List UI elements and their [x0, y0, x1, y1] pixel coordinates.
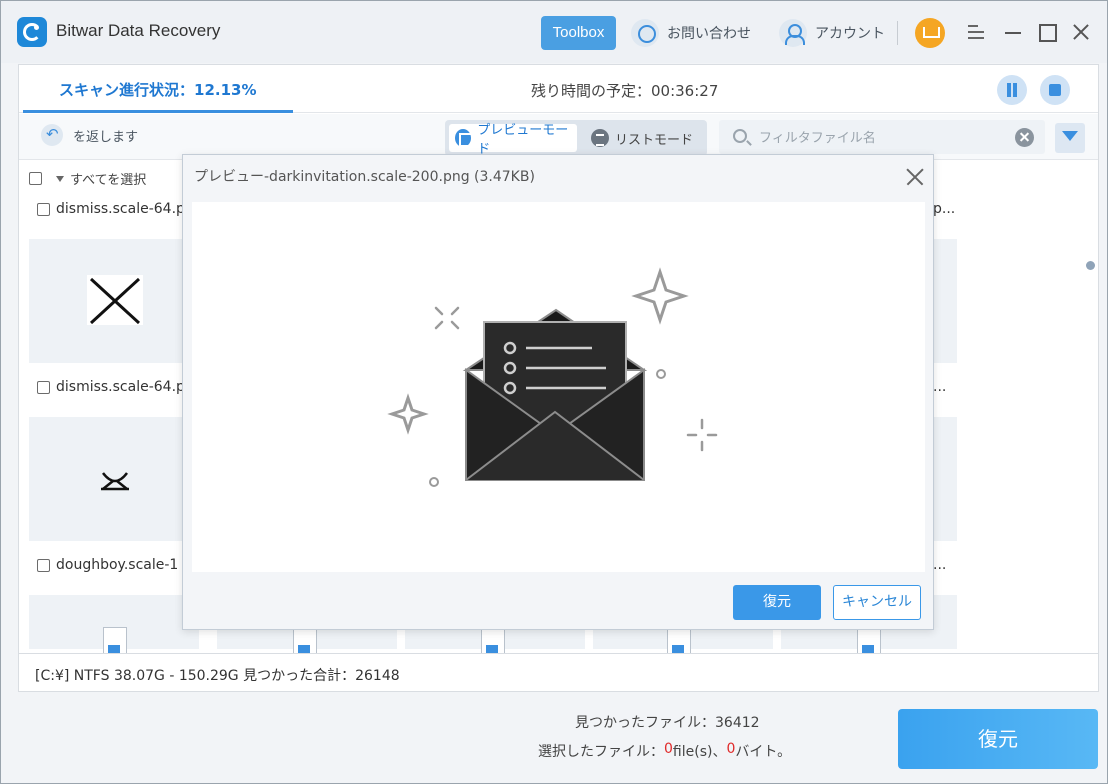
preview-image-area	[192, 202, 925, 572]
menu-icon[interactable]	[966, 21, 988, 43]
scan-progress-row: スキャン進行状況：12.13% 残り時間の予定：00:36:27	[19, 65, 1098, 113]
scan-progress-underline	[23, 110, 293, 113]
status-bar: [C:¥] NTFS 38.07G - 150.29G 見つかった合計：2614…	[19, 653, 1098, 691]
account-label: アカウント	[815, 26, 885, 42]
selected-prefix: 選択したファイル：	[538, 744, 664, 760]
list-mode-label: リストモード	[615, 132, 694, 148]
pause-button[interactable]	[997, 75, 1027, 105]
view-mode-toggle: プレビューモード リストモード	[445, 120, 707, 157]
scan-progress-label: スキャン進行状況：12.13%	[59, 81, 257, 99]
found-files-label: 見つかったファイル：36412	[575, 715, 760, 731]
scrollbar-thumb[interactable]	[1086, 261, 1095, 270]
filter-icon[interactable]	[1055, 123, 1085, 153]
dialog-title: プレビュー-darkinvitation.scale-200.png (3.47…	[194, 169, 535, 185]
toolbox-button[interactable]: Toolbox	[541, 16, 616, 50]
selected-bytes-unit: バイト。	[735, 744, 792, 760]
clear-icon[interactable]	[1015, 128, 1034, 147]
status-text: [C:¥] NTFS 38.07G - 150.29G 見つかった合計：2614…	[35, 668, 400, 684]
filter-box	[719, 120, 1045, 154]
select-all-checkbox[interactable]	[29, 172, 42, 185]
title-bar: Bitwar Data Recovery Toolbox お問い合わせ アカウン…	[1, 1, 1107, 63]
file-name-truncated: p...	[933, 201, 956, 217]
app-title: Bitwar Data Recovery	[56, 21, 221, 40]
file-item-label[interactable]: doughboy.scale-1	[37, 557, 178, 573]
envelope-invitation-icon	[387, 267, 718, 487]
user-icon	[779, 19, 807, 47]
file-thumbnail[interactable]	[931, 417, 957, 541]
select-all[interactable]: すべてを選択	[29, 169, 146, 188]
selected-bytes-count: 0	[726, 741, 736, 757]
stop-button[interactable]	[1040, 75, 1070, 105]
list-view-icon	[591, 129, 609, 147]
filter-input[interactable]	[759, 127, 999, 149]
file-item-label[interactable]: dismiss.scale-64.p	[37, 201, 185, 217]
file-checkbox[interactable]	[37, 558, 50, 572]
close-x-thumbnail-icon	[87, 275, 143, 325]
file-checkbox[interactable]	[37, 202, 50, 216]
file-name: dismiss.scale-64.p	[56, 201, 185, 217]
file-thumbnail[interactable]	[931, 239, 957, 363]
app-window: Bitwar Data Recovery Toolbox お問い合わせ アカウン…	[0, 0, 1108, 784]
minimize-icon[interactable]	[1003, 21, 1025, 43]
recover-button[interactable]: 復元	[898, 709, 1098, 769]
file-name: dismiss.scale-64.p	[56, 379, 185, 395]
maximize-icon[interactable]	[1037, 21, 1059, 43]
back-button[interactable]: を返します	[41, 124, 138, 146]
search-icon	[733, 129, 747, 143]
dismiss-glyph-thumbnail-icon	[101, 472, 129, 491]
dialog-cancel-button[interactable]: キャンセル	[833, 585, 921, 620]
contact-button[interactable]: お問い合わせ	[631, 19, 751, 47]
back-label: を返します	[73, 129, 139, 145]
selected-files-count: 0	[664, 741, 673, 757]
selected-files-line: 選択したファイル： 0 file(s)、 0 バイト。	[538, 741, 791, 761]
preview-mode-button[interactable]: プレビューモード	[449, 123, 577, 157]
preview-mode-label: プレビューモード	[477, 123, 569, 157]
file-item-label[interactable]: dismiss.scale-64.p	[37, 379, 185, 395]
chevron-down-icon[interactable]	[56, 175, 64, 182]
contact-label: お問い合わせ	[667, 26, 751, 42]
headset-icon	[631, 19, 659, 47]
dialog-close-icon[interactable]	[904, 166, 926, 188]
close-icon[interactable]	[1071, 21, 1093, 43]
account-button[interactable]: アカウント	[779, 19, 885, 47]
file-thumbnail[interactable]	[29, 239, 199, 363]
grid-view-icon	[455, 129, 474, 147]
back-arrow-icon	[41, 124, 63, 146]
header-divider	[897, 21, 898, 45]
file-thumbnail[interactable]	[29, 417, 199, 541]
file-name-truncated: ...	[933, 379, 947, 395]
file-checkbox[interactable]	[37, 380, 50, 394]
preview-dialog: プレビュー-darkinvitation.scale-200.png (3.47…	[182, 154, 934, 630]
select-all-label: すべてを選択	[70, 173, 147, 188]
dialog-recover-button[interactable]: 復元	[733, 585, 821, 620]
bitwar-logo-icon	[17, 17, 47, 47]
cart-icon[interactable]	[915, 18, 945, 48]
list-mode-button[interactable]: リストモード	[585, 124, 703, 152]
selected-files-unit: file(s)、	[672, 744, 727, 760]
file-name: doughboy.scale-1	[56, 557, 179, 573]
file-name-truncated: ...	[933, 557, 947, 573]
remaining-time: 残り時間の予定：00:36:27	[531, 82, 719, 100]
